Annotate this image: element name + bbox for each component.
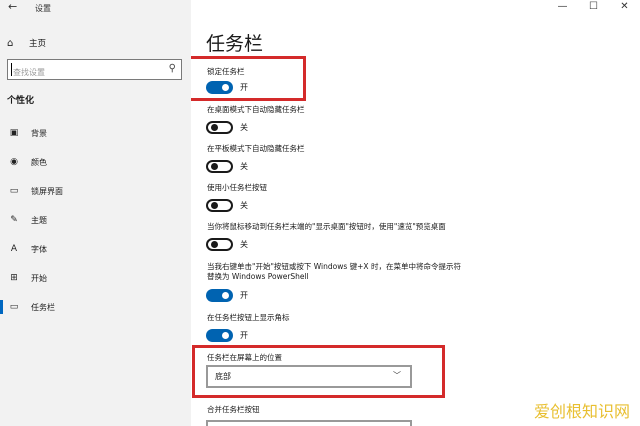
toggle-knob xyxy=(222,292,229,299)
toggle-autohide-tablet[interactable]: 关 xyxy=(206,160,248,173)
toggle-knob xyxy=(211,163,218,170)
toggle-peek[interactable]: 关 xyxy=(206,238,248,251)
text-caret xyxy=(11,63,12,76)
page-title: 任务栏 xyxy=(206,33,264,55)
toggle-knob xyxy=(211,202,218,209)
toggle-switch[interactable] xyxy=(206,121,233,134)
combine-buttons-select[interactable] xyxy=(206,420,412,426)
setting-label-badges: 在任务栏按钮上显示角标 xyxy=(207,313,290,322)
toggle-small-buttons[interactable]: 关 xyxy=(206,199,248,212)
taskbar-icon: ▭ xyxy=(9,302,19,312)
theme-icon: ✎ xyxy=(10,215,18,225)
font-icon: A xyxy=(10,244,18,254)
sidebar-item-taskbar[interactable]: ▭ 任务栏 xyxy=(0,296,191,318)
sidebar-item-start[interactable]: ⊞ 开始 xyxy=(0,267,191,289)
toggle-state-text: 开 xyxy=(240,291,248,300)
setting-label-peek: 当你将鼠标移动到任务栏末端的"显示桌面"按钮时，使用"速览"预览桌面 xyxy=(207,222,446,231)
sidebar-item-label: 任务栏 xyxy=(31,302,55,312)
sidebar-item-label: 锁屏界面 xyxy=(31,186,63,196)
toggle-switch[interactable] xyxy=(206,329,233,342)
sidebar-item-label: 字体 xyxy=(31,244,47,254)
toggle-state-text: 关 xyxy=(240,162,248,171)
toggle-autohide-desktop[interactable]: 关 xyxy=(206,121,248,134)
maximize-button[interactable]: ☐ xyxy=(578,0,609,16)
watermark: 爱创根知识网 xyxy=(533,402,630,421)
close-button[interactable]: ✕ xyxy=(609,0,640,16)
sidebar-item-colors[interactable]: ◉ 颜色 xyxy=(0,151,191,173)
sidebar-item-lockscreen[interactable]: ▭ 锁屏界面 xyxy=(0,180,191,202)
toggle-knob xyxy=(211,124,218,131)
start-icon: ⊞ xyxy=(10,273,18,283)
search-box[interactable]: ⚲ xyxy=(7,59,182,82)
highlight-box-lock xyxy=(191,56,306,101)
setting-label-combine: 合并任务栏按钮 xyxy=(207,405,260,414)
minimize-button[interactable]: — xyxy=(547,0,578,16)
window-controls: — ☐ ✕ xyxy=(547,0,640,16)
home-icon: ⌂ xyxy=(7,37,14,49)
home-nav-item[interactable]: ⌂ 主页 xyxy=(7,37,47,50)
toggle-badges[interactable]: 开 xyxy=(206,329,248,342)
sidebar-item-fonts[interactable]: A 字体 xyxy=(0,238,191,260)
toggle-switch[interactable] xyxy=(206,289,233,302)
toggle-state-text: 开 xyxy=(240,331,248,340)
toggle-state-text: 关 xyxy=(240,240,248,249)
sidebar-item-background[interactable]: ▣ 背景 xyxy=(0,122,191,144)
section-title: 个性化 xyxy=(7,96,35,106)
toggle-switch[interactable] xyxy=(206,199,233,212)
selected-indicator xyxy=(0,300,3,314)
setting-label-small-buttons: 使用小任务栏按钮 xyxy=(207,183,267,192)
back-button[interactable]: ← xyxy=(8,0,17,13)
sidebar: ← 设置 ⌂ 主页 ⚲ 个性化 ▣ 背景 ◉ 颜色 ▭ 锁屏界面 ✎ 主题 A … xyxy=(0,0,191,426)
app-title: 设置 xyxy=(35,4,51,13)
toggle-switch[interactable] xyxy=(206,238,233,251)
sidebar-item-themes[interactable]: ✎ 主题 xyxy=(0,209,191,231)
setting-label-powershell: 当我右键单击"开始"按钮或按下 Windows 键+X 时，在菜单中将命令提示符… xyxy=(207,262,461,281)
toggle-knob xyxy=(222,332,229,339)
palette-icon: ◉ xyxy=(10,157,18,167)
titlebar: ← 设置 xyxy=(0,0,191,16)
sidebar-item-label: 主题 xyxy=(31,215,47,225)
toggle-switch[interactable] xyxy=(206,160,233,173)
home-label: 主页 xyxy=(29,39,47,49)
main-panel: — ☐ ✕ 任务栏 锁定任务栏 开 在桌面模式下自动隐藏任务栏 关 在平板模式下… xyxy=(191,0,640,426)
toggle-state-text: 关 xyxy=(240,123,248,132)
toggle-state-text: 关 xyxy=(240,201,248,210)
toggle-powershell[interactable]: 开 xyxy=(206,289,248,302)
sidebar-item-label: 颜色 xyxy=(31,157,47,167)
search-input[interactable] xyxy=(8,63,158,82)
highlight-box-position xyxy=(192,345,445,398)
lockscreen-icon: ▭ xyxy=(9,186,19,196)
image-icon: ▣ xyxy=(9,128,19,138)
setting-label-autohide-desktop: 在桌面模式下自动隐藏任务栏 xyxy=(207,105,305,114)
search-icon[interactable]: ⚲ xyxy=(169,63,176,74)
setting-label-autohide-tablet: 在平板模式下自动隐藏任务栏 xyxy=(207,144,305,153)
sidebar-item-label: 开始 xyxy=(31,273,47,283)
sidebar-item-label: 背景 xyxy=(31,128,47,138)
toggle-knob xyxy=(211,241,218,248)
